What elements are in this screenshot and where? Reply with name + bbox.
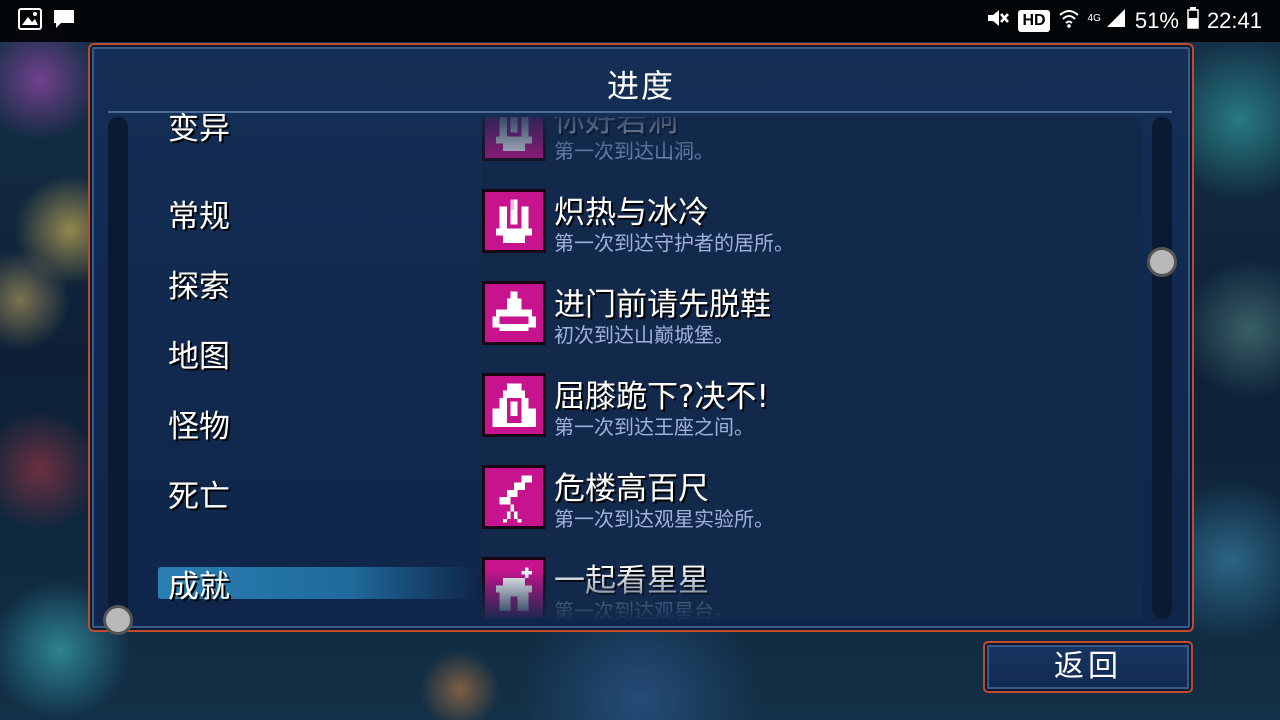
panel-title: 进度	[606, 67, 675, 105]
achievement-row[interactable]: 一起看星星 第一次到达观星台。	[482, 557, 1142, 619]
achievement-title: 进门前请先脱鞋	[554, 287, 771, 323]
category-list: 变异 常规 探索 地图 怪物 死亡 成就	[150, 113, 490, 623]
achievement-description: 第一次到达观星台。	[554, 599, 734, 619]
message-icon	[52, 8, 76, 35]
battery-percent: 51%	[1134, 8, 1179, 33]
achievement-title: 屈膝跪下?决不!	[554, 379, 769, 415]
category-item-death[interactable]: 死亡	[168, 471, 230, 516]
achievement-row[interactable]: 炽热与冰冷 第一次到达守护者的居所。	[482, 189, 1142, 269]
achievement-description: 第一次到达山洞。	[554, 139, 714, 163]
achievement-description: 第一次到达王座之间。	[554, 415, 754, 439]
achievement-row[interactable]: 屈膝跪下?决不! 第一次到达王座之间。	[482, 373, 1142, 453]
achievement-scrollbar-track[interactable]	[1152, 117, 1172, 619]
category-item-map[interactable]: 地图	[168, 331, 230, 376]
crystal-icon	[482, 189, 546, 253]
category-item-monsters[interactable]: 怪物	[168, 401, 230, 446]
battery-icon	[1187, 7, 1199, 35]
category-item-explore[interactable]: 探索	[168, 261, 230, 306]
achievement-list: 你好岩洞 第一次到达山洞。 炽热与冰冷 第一次到达守护者的居所。 进门前请先脱鞋…	[482, 117, 1142, 619]
category-scrollbar-thumb[interactable]	[103, 605, 133, 635]
status-bar: HD 4G 51% 22:41	[0, 0, 1280, 42]
achievement-scrollbar-thumb[interactable]	[1147, 247, 1177, 277]
category-item-achievements[interactable]: 成就	[168, 561, 230, 606]
achievement-row[interactable]: 危楼高百尺 第一次到达观星实验所。	[482, 465, 1142, 545]
achievement-title: 炽热与冰冷	[554, 195, 709, 231]
achievement-row[interactable]: 进门前请先脱鞋 初次到达山巅城堡。	[482, 281, 1142, 361]
image-icon	[18, 7, 42, 35]
wifi-icon	[1058, 7, 1080, 35]
category-item-general[interactable]: 常规	[168, 191, 230, 236]
achievement-title: 一起看星星	[554, 563, 709, 599]
achievement-description: 初次到达山巅城堡。	[554, 323, 734, 347]
network-type: 4G	[1087, 13, 1101, 24]
progress-panel: 进度 变异 常规 探索 地图 怪物 死亡 成就 你好岩洞 第一次到达山洞。 炽热…	[88, 43, 1194, 635]
return-button[interactable]: 返回	[983, 641, 1193, 693]
signal-icon	[1105, 7, 1127, 35]
hd-badge: HD	[1018, 10, 1050, 32]
achievement-description: 第一次到达守护者的居所。	[554, 231, 794, 255]
telescope-icon	[482, 465, 546, 529]
category-item-mutation[interactable]: 变异	[168, 113, 230, 148]
observatory-icon	[482, 557, 546, 619]
clock: 22:41	[1206, 8, 1262, 33]
crown-icon	[482, 281, 546, 345]
achievement-title: 危楼高百尺	[554, 471, 709, 507]
achievement-description: 第一次到达观星实验所。	[554, 507, 774, 531]
category-scrollbar-track[interactable]	[108, 117, 128, 619]
mute-icon	[986, 7, 1010, 35]
crystal-icon	[482, 117, 546, 161]
achievement-row[interactable]: 你好岩洞 第一次到达山洞。	[482, 117, 1142, 177]
throne-icon	[482, 373, 546, 437]
